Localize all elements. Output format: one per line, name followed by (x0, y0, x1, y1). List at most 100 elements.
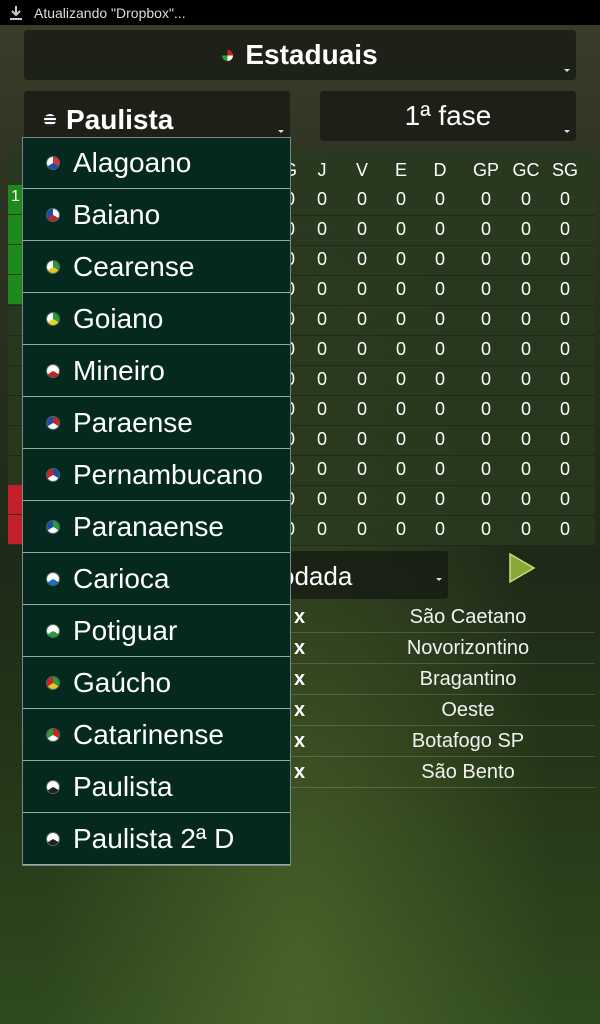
stat-cell: 0 (356, 339, 368, 359)
championship-label: Paulista (66, 104, 174, 135)
stat-cell: 0 (316, 309, 328, 329)
sp-flag-icon (47, 781, 59, 793)
stat-cell: 0 (559, 459, 571, 479)
dropdown-item-potiguar[interactable]: Potiguar (23, 606, 290, 657)
stat-cell: 0 (356, 189, 368, 209)
download-icon (4, 0, 28, 25)
away-team-name: Novorizontino (406, 637, 530, 659)
stat-cell: 0 (480, 459, 492, 479)
away-team-name: São Bento (421, 761, 515, 783)
stat-cell: 0 (520, 369, 532, 389)
dropdown-item-paulista[interactable]: Paulista (23, 762, 290, 813)
stat-cell: 0 (395, 519, 407, 539)
dropdown-item-goiano[interactable]: Goiano (23, 294, 290, 345)
stat-cell: 0 (480, 219, 492, 239)
column-header[interactable]: GC (513, 160, 540, 181)
dropdown-item-label: Catarinense (73, 719, 224, 750)
dropdown-item-pernambucano[interactable]: Pernambucano (23, 450, 290, 501)
stat-cell: 0 (316, 489, 328, 509)
dropdown-item-mineiro[interactable]: Mineiro (23, 346, 290, 397)
minas-flag-icon (47, 365, 59, 377)
column-header[interactable]: J (318, 160, 327, 181)
zone-indicator (8, 515, 22, 544)
status-bar: Atualizando "Dropbox"... (0, 0, 600, 25)
phase-select[interactable]: 1ª fase (320, 91, 576, 141)
chevron-down-icon (278, 130, 284, 133)
zone-indicator (8, 215, 22, 244)
stat-cell: 0 (395, 309, 407, 329)
stat-cell: 0 (480, 309, 492, 329)
match-versus: x (294, 668, 306, 690)
stat-cell: 0 (559, 249, 571, 269)
dropdown-item-label: Mineiro (73, 355, 165, 386)
match-row[interactable]: x Bragantino (260, 664, 595, 695)
stat-cell: 0 (395, 369, 407, 389)
brazil-ball-icon (222, 49, 234, 61)
stat-cell: 0 (434, 399, 446, 419)
stat-cell: 0 (559, 489, 571, 509)
stat-cell: 0 (520, 309, 532, 329)
stat-cell: 0 (395, 249, 407, 269)
rio-flag-icon (47, 573, 59, 585)
chevron-down-icon (436, 578, 442, 581)
dropdown-item-paranaense[interactable]: Paranaense (23, 502, 290, 553)
stat-cell: 0 (356, 519, 368, 539)
match-row[interactable]: x Oeste (260, 695, 595, 726)
match-row[interactable]: x São Caetano (260, 602, 595, 633)
match-row[interactable]: x Botafogo SP (260, 726, 595, 757)
stat-cell: 0 (356, 399, 368, 419)
championship-dropdown: Alagoano Baiano Cearense Goiano Mineiro Parae… (22, 137, 291, 866)
dropdown-item-label: Paranaense (73, 511, 225, 542)
stat-cell: 0 (316, 339, 328, 359)
stat-cell: 0 (559, 279, 571, 299)
match-row[interactable]: x São Bento (260, 757, 595, 788)
stat-cell: 0 (520, 399, 532, 419)
dropdown-item-label: Goiano (73, 303, 164, 334)
stat-cell: 0 (559, 189, 571, 209)
dropdown-item-paulista-2-d[interactable]: Paulista 2ª D (23, 814, 290, 865)
column-header[interactable]: E (395, 160, 407, 181)
column-header[interactable]: GP (473, 160, 499, 181)
stat-cell: 0 (434, 249, 446, 269)
position-number: 1 (11, 188, 20, 205)
column-header[interactable]: SG (552, 160, 578, 181)
stat-cell: 0 (356, 249, 368, 269)
match-versus: x (294, 730, 306, 752)
stat-cell: 0 (480, 339, 492, 359)
stat-cell: 0 (559, 219, 571, 239)
stat-cell: 0 (480, 189, 492, 209)
zone-indicator (8, 275, 22, 304)
column-header[interactable]: V (356, 160, 368, 181)
match-row[interactable]: x Novorizontino (260, 633, 595, 664)
stat-cell: 0 (395, 459, 407, 479)
sc-flag-icon (47, 729, 59, 741)
stat-cell: 0 (356, 369, 368, 389)
championship-group-select[interactable]: Estaduais (24, 30, 576, 80)
dropdown-item-alagoano[interactable]: Alagoano (23, 138, 290, 189)
stat-cell: 0 (316, 189, 328, 209)
dropdown-item-paraense[interactable]: Paraense (23, 398, 290, 449)
para-flag-icon (47, 417, 59, 429)
stat-cell: 0 (434, 279, 446, 299)
stat-cell: 0 (395, 279, 407, 299)
dropdown-item-ga-cho[interactable]: Gaúcho (23, 658, 290, 709)
dropdown-item-cearense[interactable]: Cearense (23, 242, 290, 293)
stat-cell: 0 (316, 279, 328, 299)
stat-cell: 0 (520, 519, 532, 539)
stat-cell: 0 (356, 309, 368, 329)
dropdown-item-catarinense[interactable]: Catarinense (23, 710, 290, 761)
bahia-flag-icon (47, 209, 59, 221)
play-button[interactable] (506, 552, 538, 584)
dropdown-item-carioca[interactable]: Carioca (23, 554, 290, 605)
column-header[interactable]: D (434, 160, 447, 181)
stat-cell: 0 (480, 489, 492, 509)
championship-select[interactable]: Paulista (24, 91, 290, 145)
stat-cell: 0 (395, 429, 407, 449)
stat-cell: 0 (356, 459, 368, 479)
stat-cell: 0 (395, 399, 407, 419)
stat-cell: 0 (316, 519, 328, 539)
ceara-flag-icon (47, 261, 59, 273)
dropdown-item-baiano[interactable]: Baiano (23, 190, 290, 241)
dropdown-item-label: Gaúcho (73, 667, 172, 698)
zone-indicator (8, 245, 22, 274)
